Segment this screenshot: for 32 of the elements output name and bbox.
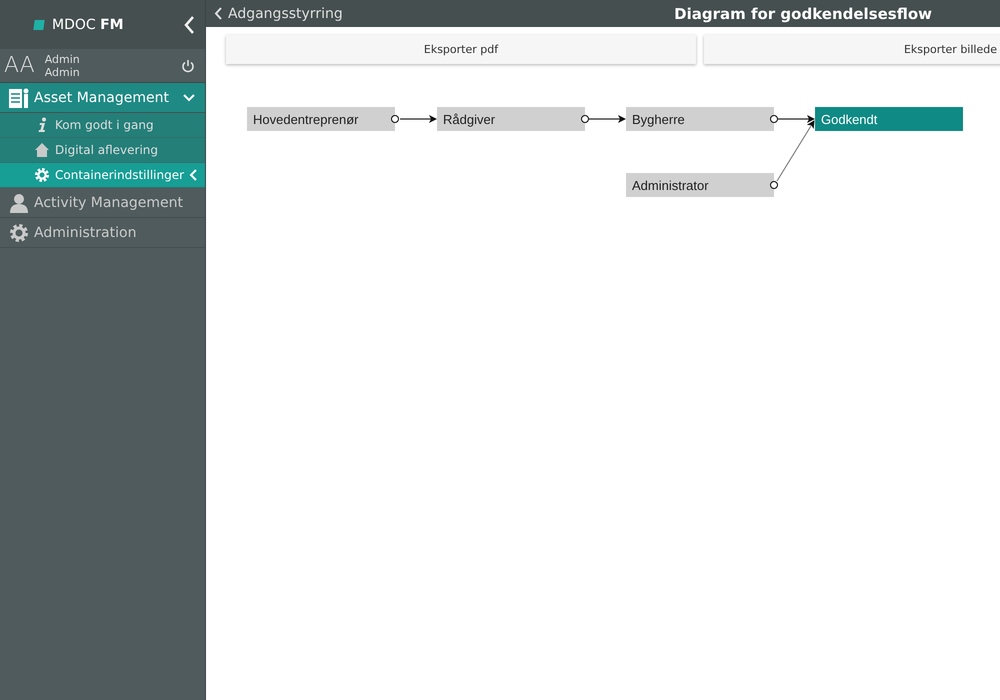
sidebar-subitem[interactable]: Digital aflevering xyxy=(0,138,205,163)
chevron-left-icon xyxy=(214,7,223,20)
document-icon xyxy=(8,86,30,108)
connector-arrow xyxy=(400,115,437,123)
person-icon xyxy=(8,192,30,214)
logo-icon xyxy=(33,20,45,30)
chevron-left-icon[interactable] xyxy=(183,14,195,34)
sidebar-subitem[interactable]: Kom godt i gang xyxy=(0,113,205,138)
sidebar-subitem[interactable]: Containerindstillinger xyxy=(0,163,205,188)
flow-node: Godkendt xyxy=(815,107,963,131)
power-icon[interactable] xyxy=(181,58,195,72)
export-button[interactable]: Eksporter billede xyxy=(704,35,1000,64)
connector-arrow xyxy=(588,115,626,123)
user-initials: AA xyxy=(4,53,35,78)
chevron-left-icon xyxy=(189,169,198,181)
chevron-down-icon xyxy=(183,94,195,102)
sidebar-item[interactable]: Administration xyxy=(0,218,205,248)
gear-icon xyxy=(34,167,50,183)
sidebar-item[interactable]: Asset Management xyxy=(0,83,205,113)
page-title: Diagram for godkendelsesflow xyxy=(674,4,932,22)
app-logo: MDOC FM xyxy=(52,16,124,32)
sidebar-item[interactable]: Activity Management xyxy=(0,188,205,218)
user-last-name: Admin xyxy=(44,66,81,78)
port-circle xyxy=(770,115,778,123)
gear-icon xyxy=(8,222,30,244)
house-icon xyxy=(34,142,50,158)
port-circle xyxy=(770,181,778,189)
export-button[interactable]: Eksporter pdf xyxy=(226,35,696,64)
user-first-name: Admin xyxy=(44,52,81,66)
port-circle xyxy=(391,115,399,123)
back-link[interactable]: Adgangsstyrring xyxy=(214,6,343,22)
port-circle xyxy=(581,115,589,123)
